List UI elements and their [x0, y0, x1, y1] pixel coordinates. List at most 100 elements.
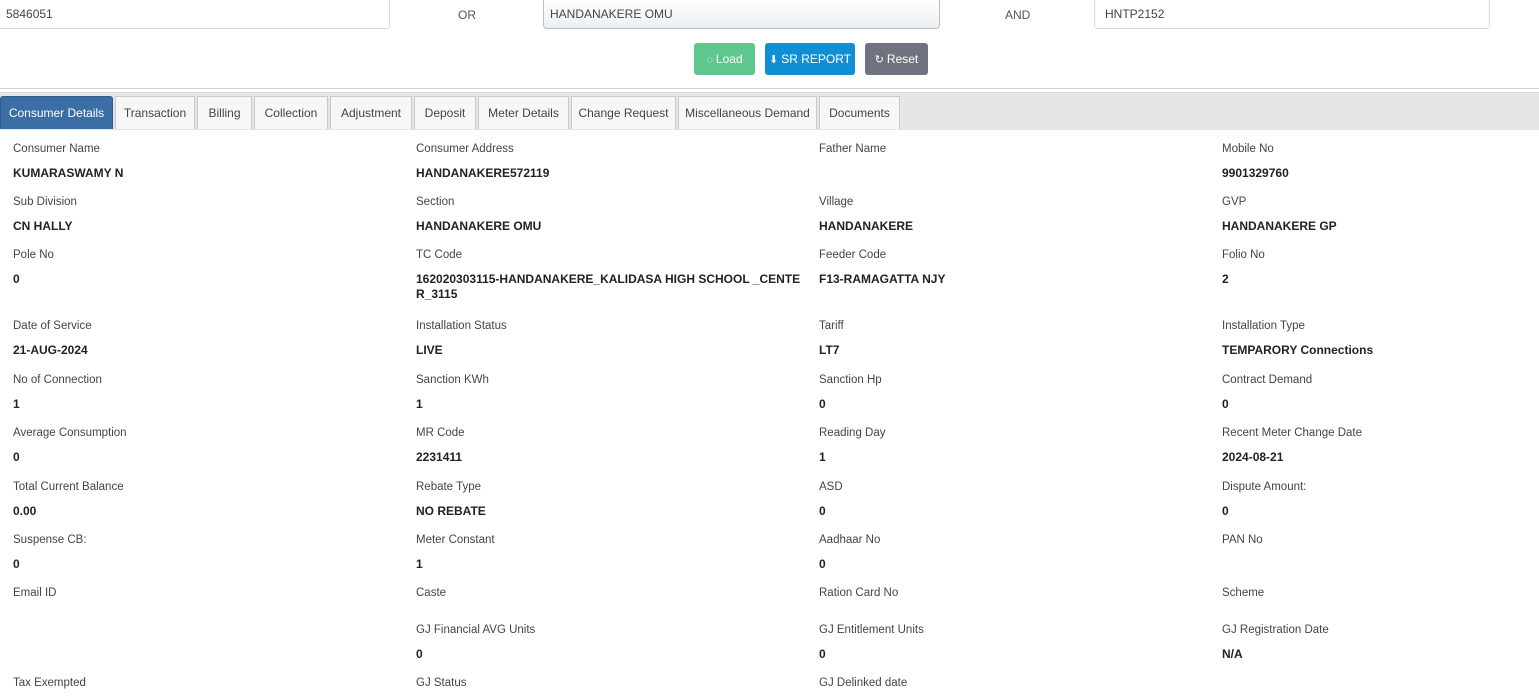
tab-billing[interactable]: Billing — [197, 96, 252, 129]
detail-item: Rebate Type NO REBATE — [416, 481, 806, 519]
detail-item: Installation Status LIVE — [416, 320, 806, 358]
detail-value: HANDANAKERE GP — [1222, 219, 1337, 233]
detail-item: Sanction KWh 1 — [416, 374, 806, 412]
detail-value: 21-AUG-2024 — [13, 343, 88, 357]
detail-item: Section HANDANAKERE OMU — [416, 196, 806, 234]
detail-label: Reading Day — [819, 427, 886, 439]
detail-value: 2 — [1222, 272, 1229, 286]
detail-label: Mobile No — [1222, 143, 1274, 155]
tab-miscellaneous-demand[interactable]: Miscellaneous Demand — [678, 96, 817, 129]
detail-value: 1 — [416, 397, 423, 411]
detail-label: GJ Status — [416, 677, 467, 689]
detail-value: 0.00 — [13, 504, 37, 518]
detail-label: MR Code — [416, 427, 465, 439]
sr-report-button[interactable]: ⬇ SR REPORT — [765, 43, 855, 75]
load-button[interactable]: ◌ Load — [694, 43, 755, 75]
detail-item: Meter Constant 1 — [416, 534, 806, 572]
tab-documents[interactable]: Documents — [819, 96, 900, 129]
detail-label: Folio No — [1222, 249, 1265, 261]
detail-value: 1 — [13, 397, 20, 411]
detail-item: Tax Exempted — [13, 677, 393, 689]
detail-value: 2024-08-21 — [1222, 450, 1284, 464]
detail-label: Dispute Amount: — [1222, 481, 1307, 493]
detail-label: Rebate Type — [416, 481, 482, 493]
detail-item: Dispute Amount: 0 — [1222, 481, 1522, 519]
detail-value: 0 — [1222, 397, 1229, 411]
detail-item: Consumer Address HANDANAKERE572119 — [416, 143, 806, 181]
detail-label: Tax Exempted — [13, 677, 86, 689]
detail-item: Folio No 2 — [1222, 249, 1522, 287]
detail-value: 1 — [416, 557, 423, 571]
detail-label: Sub Division — [13, 196, 77, 208]
detail-label: Pole No — [13, 249, 54, 261]
tab-consumer-details[interactable]: Consumer Details — [0, 96, 113, 129]
detail-item: GJ Registration Date N/A — [1222, 624, 1522, 662]
tab-transaction[interactable]: Transaction — [115, 96, 195, 129]
detail-label: Section — [416, 196, 455, 208]
detail-label: Date of Service — [13, 320, 92, 332]
detail-item: No of Connection 1 — [13, 374, 393, 412]
detail-item: GJ Status — [416, 677, 806, 689]
detail-label: Village — [819, 196, 854, 208]
detail-label: Aadhaar No — [819, 534, 881, 546]
tab-adjustment[interactable]: Adjustment — [330, 96, 412, 129]
spinner-icon: ◌ — [706, 54, 713, 66]
detail-label: Sanction Hp — [819, 374, 882, 386]
sr-report-button-label: SR REPORT — [781, 52, 851, 66]
detail-item: Father Name — [819, 143, 1199, 166]
detail-label: Father Name — [819, 143, 887, 155]
detail-label: GJ Entitlement Units — [819, 624, 924, 636]
tab-meter-details[interactable]: Meter Details — [478, 96, 569, 129]
detail-value: HANDANAKERE — [819, 219, 914, 233]
detail-item: Suspense CB: 0 — [13, 534, 393, 572]
detail-value: LT7 — [819, 343, 840, 357]
detail-value: 162020303115-HANDANAKERE_KALIDASA HIGH S… — [416, 272, 801, 301]
detail-value: 0 — [13, 557, 20, 571]
detail-item: PAN No — [1222, 534, 1522, 557]
consumer-number-field[interactable]: 5846051 — [0, 0, 390, 29]
detail-item: ASD 0 — [819, 481, 1199, 519]
detail-item: Feeder Code F13-RAMAGATTA NJY — [819, 249, 1199, 287]
tab-collection[interactable]: Collection — [254, 96, 328, 129]
detail-item: Ration Card No — [819, 587, 1199, 610]
detail-value: 0 — [819, 504, 826, 518]
detail-value: 0 — [13, 450, 20, 464]
detail-item: Aadhaar No 0 — [819, 534, 1199, 572]
detail-label: Recent Meter Change Date — [1222, 427, 1362, 439]
detail-item: TC Code 162020303115-HANDANAKERE_KALIDASA… — [416, 249, 801, 302]
or-label: OR — [458, 8, 476, 22]
reset-button[interactable]: ↻ Reset — [865, 43, 928, 75]
detail-label: Consumer Address — [416, 143, 514, 155]
detail-item: Date of Service 21-AUG-2024 — [13, 320, 393, 358]
detail-item: Village HANDANAKERE — [819, 196, 1199, 234]
tab-deposit[interactable]: Deposit — [414, 96, 476, 129]
detail-label: ASD — [819, 481, 843, 493]
detail-label: Installation Status — [416, 320, 507, 332]
detail-item: Scheme — [1222, 587, 1522, 610]
detail-item: MR Code 2231411 — [416, 427, 806, 465]
detail-value: 0 — [1222, 504, 1229, 518]
detail-label: Meter Constant — [416, 534, 495, 546]
detail-item: Installation Type TEMPARORY Connections — [1222, 320, 1522, 358]
detail-value: 0 — [13, 272, 20, 286]
detail-label: Consumer Name — [13, 143, 100, 155]
detail-label: Email ID — [13, 587, 57, 599]
tab-bar: Consumer Details Transaction Billing Col… — [0, 92, 1539, 130]
detail-value: 1 — [819, 450, 826, 464]
detail-label: Tariff — [819, 320, 844, 332]
detail-item: Contract Demand 0 — [1222, 374, 1522, 412]
section-field[interactable]: HANDANAKERE OMU — [543, 0, 940, 29]
detail-label: GJ Financial AVG Units — [416, 624, 536, 636]
detail-label: TC Code — [416, 249, 463, 261]
load-button-label: Load — [715, 52, 743, 66]
detail-label: Total Current Balance — [13, 481, 124, 493]
detail-value: 2231411 — [416, 450, 463, 464]
detail-label: Contract Demand — [1222, 374, 1313, 386]
account-id-field[interactable]: HNTP2152 — [1094, 0, 1490, 29]
detail-label: PAN No — [1222, 534, 1263, 546]
detail-label: Caste — [416, 587, 447, 599]
tab-change-request[interactable]: Change Request — [571, 96, 676, 129]
detail-value: N/A — [1222, 647, 1243, 661]
detail-item: Reading Day 1 — [819, 427, 1199, 465]
detail-item: Total Current Balance 0.00 — [13, 481, 393, 519]
